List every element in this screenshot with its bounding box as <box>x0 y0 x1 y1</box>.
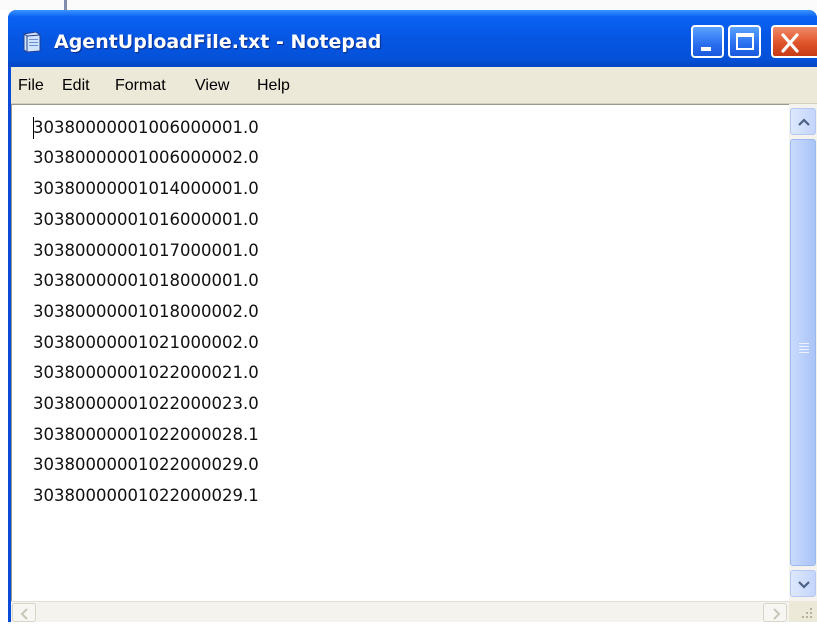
text-line: 30380000001014000001.0 <box>33 179 259 198</box>
text-line: 30380000001006000002.0 <box>33 148 259 167</box>
chevron-right-icon <box>773 608 781 620</box>
window-title: AgentUploadFile.txt - Notepad <box>54 31 382 53</box>
scroll-up-button[interactable] <box>790 108 816 135</box>
maximize-button[interactable] <box>728 25 761 58</box>
text-line: 30380000001022000029.1 <box>33 486 259 505</box>
scroll-down-button[interactable] <box>790 570 816 597</box>
text-line: 30380000001016000001.0 <box>33 210 259 229</box>
text-line: 30380000001017000001.0 <box>33 241 259 260</box>
chevron-down-icon <box>798 581 810 589</box>
minimize-button[interactable] <box>691 25 724 58</box>
notepad-icon[interactable] <box>22 31 42 53</box>
menu-help[interactable]: Help <box>257 76 290 96</box>
chevron-up-icon <box>798 118 810 126</box>
text-line: 30380000001022000028.1 <box>33 425 259 444</box>
menu-file[interactable]: File <box>18 76 44 96</box>
resize-grip[interactable] <box>789 601 817 622</box>
thumb-grip <box>799 346 809 347</box>
text-editor[interactable]: 30380000001006000001.0 30380000001006000… <box>11 104 789 601</box>
maximize-icon <box>736 33 754 50</box>
text-line: 30380000001018000002.0 <box>33 302 259 321</box>
vertical-scrollbar[interactable] <box>789 104 817 601</box>
scroll-right-button[interactable] <box>763 603 787 622</box>
text-caret <box>33 117 34 139</box>
text-line: 30380000001018000001.0 <box>33 271 259 290</box>
background-mark <box>64 0 67 10</box>
minimize-icon <box>701 47 711 51</box>
thumb-grip <box>799 349 809 350</box>
text-line: 30380000001022000023.0 <box>33 394 259 413</box>
chevron-left-icon <box>20 608 28 620</box>
text-line: 30380000001006000001.0 <box>33 118 259 137</box>
close-button[interactable] <box>771 25 817 58</box>
close-icon <box>781 33 799 53</box>
scroll-thumb[interactable] <box>790 139 816 566</box>
desktop-background <box>0 0 817 10</box>
resize-grip-icon <box>802 608 812 618</box>
horizontal-scrollbar[interactable] <box>11 601 789 622</box>
menu-view[interactable]: View <box>195 76 229 96</box>
thumb-grip <box>799 343 809 344</box>
menu-edit[interactable]: Edit <box>62 76 90 96</box>
menu-bar: File Edit Format View Help <box>11 67 817 104</box>
scroll-left-button[interactable] <box>12 603 36 622</box>
thumb-grip <box>799 352 809 353</box>
text-line: 30380000001022000021.0 <box>33 363 259 382</box>
text-line: 30380000001022000029.0 <box>33 455 259 474</box>
notepad-window: AgentUploadFile.txt - Notepad File Edit … <box>8 10 817 622</box>
text-line: 30380000001021000002.0 <box>33 333 259 352</box>
title-bar[interactable]: AgentUploadFile.txt - Notepad <box>8 10 817 67</box>
menu-format[interactable]: Format <box>115 76 166 96</box>
